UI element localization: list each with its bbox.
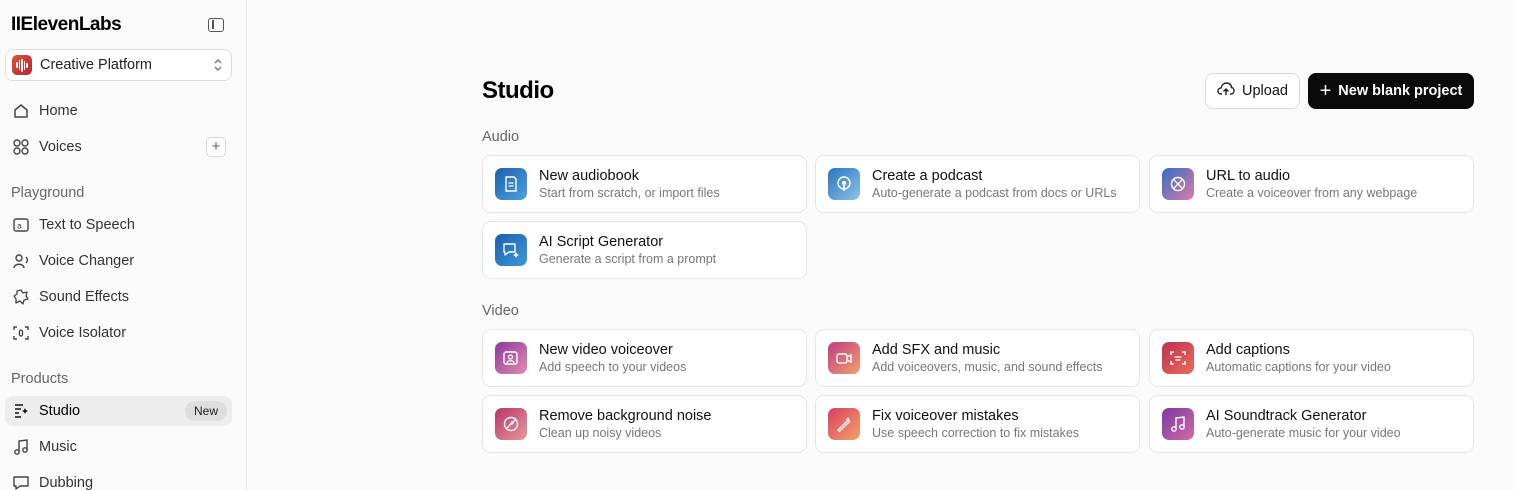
card-title: New audiobook (539, 168, 639, 184)
sound-effects-icon (11, 287, 31, 307)
new-blank-project-label: New blank project (1338, 83, 1463, 99)
card-fix-voiceover-mistakes[interactable]: Fix voiceover mistakes Use speech correc… (815, 395, 1140, 453)
section-label-playground: Playground (11, 185, 85, 201)
page-title: Studio (482, 77, 554, 104)
chevron-updown-icon (213, 58, 223, 72)
card-title: URL to audio (1206, 168, 1291, 184)
sidebar-item-label: Text to Speech (39, 217, 135, 233)
video-voiceover-icon (495, 342, 527, 374)
plus-icon: + (1319, 80, 1332, 102)
group-label-audio: Audio (482, 129, 520, 145)
studio-icon (11, 401, 31, 421)
card-title: Fix voiceover mistakes (872, 408, 1019, 424)
sidebar-item-label: Dubbing (39, 475, 94, 490)
card-subtitle: Auto-generate music for your video (1206, 426, 1401, 440)
card-subtitle: Auto-generate a podcast from docs or URL… (872, 186, 1117, 200)
dubbing-icon (11, 473, 31, 490)
new-badge: New (184, 401, 227, 421)
card-subtitle: Generate a script from a prompt (539, 252, 717, 266)
card-title: Add SFX and music (872, 342, 1001, 358)
card-subtitle: Add voiceovers, music, and sound effects (872, 360, 1103, 374)
card-new-audiobook[interactable]: New audiobook Start from scratch, or imp… (482, 155, 807, 213)
add-voice-button[interactable]: + (206, 137, 226, 157)
card-create-podcast[interactable]: Create a podcast Auto-generate a podcast… (815, 155, 1140, 213)
soundtrack-icon (1162, 408, 1194, 440)
fix-icon (828, 408, 860, 440)
card-title: Add captions (1206, 342, 1290, 358)
card-ai-soundtrack-generator[interactable]: AI Soundtrack Generator Auto-generate mu… (1149, 395, 1474, 453)
captions-icon (1162, 342, 1194, 374)
card-subtitle: Start from scratch, or import files (539, 186, 720, 200)
card-url-to-audio[interactable]: URL to audio Create a voiceover from any… (1149, 155, 1474, 213)
card-title: New video voiceover (539, 342, 673, 358)
card-title: AI Soundtrack Generator (1206, 408, 1367, 424)
card-remove-background-noise[interactable]: Remove background noise Clean up noisy v… (482, 395, 807, 453)
new-blank-project-button[interactable]: + New blank project (1308, 73, 1474, 109)
card-subtitle: Automatic captions for your video (1206, 360, 1391, 374)
card-subtitle: Create a voiceover from any webpage (1206, 186, 1418, 200)
card-add-sfx-music[interactable]: Add SFX and music Add voiceovers, music,… (815, 329, 1140, 387)
workspace-selector[interactable]: Creative Platform (5, 49, 232, 81)
home-icon (11, 101, 31, 121)
upload-cloud-icon (1217, 81, 1235, 101)
sidebar-item-voices[interactable]: Voices + (5, 132, 232, 162)
sidebar-item-label: Voice Isolator (39, 325, 127, 341)
card-subtitle: Use speech correction to fix mistakes (872, 426, 1080, 440)
sidebar-item-voice-isolator[interactable]: Voice Isolator (5, 318, 232, 348)
sidebar: IIElevenLabs Creative Platform Home Voic… (0, 0, 247, 490)
card-new-video-voiceover[interactable]: New video voiceover Add speech to your v… (482, 329, 807, 387)
voice-changer-icon (11, 251, 31, 271)
card-ai-script-generator[interactable]: AI Script Generator Generate a script fr… (482, 221, 807, 279)
voice-isolator-icon (11, 323, 31, 343)
podcast-icon (828, 168, 860, 200)
sidebar-item-label: Voice Changer (39, 253, 135, 269)
sidebar-item-text-to-speech[interactable]: a Text to Speech (5, 210, 232, 240)
sidebar-item-label: Voices (39, 139, 82, 155)
noise-icon (495, 408, 527, 440)
card-add-captions[interactable]: Add captions Automatic captions for your… (1149, 329, 1474, 387)
workspace-avatar (12, 55, 32, 75)
sfx-icon (828, 342, 860, 374)
sidebar-item-label: Sound Effects (39, 289, 130, 305)
card-title: Remove background noise (539, 408, 712, 424)
elevenlabs-logo[interactable]: IIElevenLabs (11, 14, 122, 36)
sidebar-item-sound-effects[interactable]: Sound Effects (5, 282, 232, 312)
card-title: Create a podcast (872, 168, 983, 184)
sidebar-item-studio[interactable]: Studio New (5, 396, 232, 426)
card-subtitle: Clean up noisy videos (539, 426, 662, 440)
brand-row: IIElevenLabs (11, 13, 224, 37)
card-subtitle: Add speech to your videos (539, 360, 687, 374)
group-label-video: Video (482, 303, 519, 319)
url-icon (1162, 168, 1194, 200)
sidebar-item-music[interactable]: Music (5, 432, 232, 462)
sidebar-item-label: Music (39, 439, 77, 455)
audiobook-icon (495, 168, 527, 200)
voices-icon (11, 137, 31, 157)
script-icon (495, 234, 527, 266)
sidebar-item-dubbing[interactable]: Dubbing (5, 468, 232, 490)
collapse-sidebar-icon[interactable] (208, 18, 224, 32)
sidebar-item-label: Home (39, 103, 78, 119)
music-icon (11, 437, 31, 457)
text-to-speech-icon: a (11, 215, 31, 235)
section-label-products: Products (11, 371, 69, 387)
workspace-label: Creative Platform (40, 57, 153, 73)
card-title: AI Script Generator (539, 234, 664, 250)
svg-text:a: a (17, 222, 22, 231)
sidebar-item-label: Studio (39, 403, 81, 419)
upload-button[interactable]: Upload (1205, 73, 1300, 109)
sidebar-item-voice-changer[interactable]: Voice Changer (5, 246, 232, 276)
upload-label: Upload (1242, 83, 1288, 99)
sidebar-item-home[interactable]: Home (5, 96, 232, 126)
